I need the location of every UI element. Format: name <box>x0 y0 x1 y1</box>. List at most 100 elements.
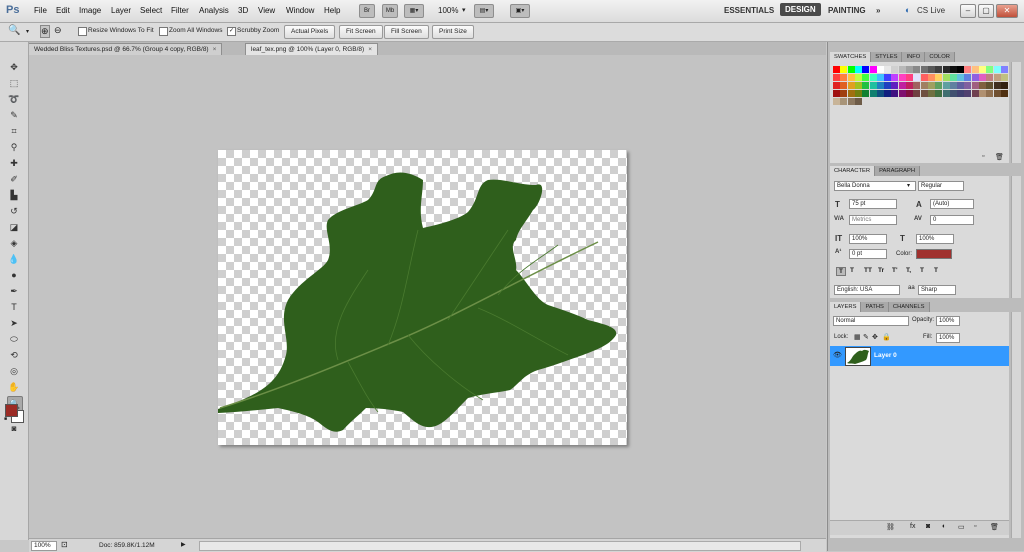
color-swatch[interactable] <box>840 98 848 105</box>
text-style-button[interactable]: T <box>934 267 938 274</box>
leading-field[interactable]: (Auto) <box>930 199 974 209</box>
close-tab-icon[interactable]: × <box>368 46 372 53</box>
color-swatch[interactable] <box>891 74 899 81</box>
path-selection-tool-icon[interactable]: ➤ <box>7 316 21 330</box>
clone-stamp-tool-icon[interactable]: ▙ <box>7 188 21 202</box>
new-swatch-icon[interactable]: ▫ <box>982 153 984 160</box>
history-brush-tool-icon[interactable]: ↺ <box>7 204 21 218</box>
color-swatch[interactable] <box>869 90 877 97</box>
color-swatch[interactable] <box>927 90 935 97</box>
adjustment-layer-icon[interactable]: ◐ <box>942 523 946 530</box>
color-swatch[interactable] <box>847 66 855 73</box>
trash-icon[interactable]: 🗑 <box>990 523 999 531</box>
color-swatch[interactable] <box>949 82 957 89</box>
color-swatch[interactable] <box>964 74 972 81</box>
status-info-icon[interactable]: ⊡ <box>61 540 68 549</box>
color-swatch[interactable] <box>876 66 884 73</box>
menu-image[interactable]: Image <box>79 6 101 15</box>
color-swatch[interactable] <box>986 66 994 73</box>
color-swatch[interactable] <box>935 66 943 73</box>
view-extras-icon[interactable]: ▦▾ <box>404 4 424 18</box>
color-swatch[interactable] <box>840 90 848 97</box>
color-swatch[interactable] <box>854 90 862 97</box>
color-swatch[interactable] <box>854 66 862 73</box>
tab-channels[interactable]: CHANNELS <box>888 302 930 312</box>
tab-paths[interactable]: PATHS <box>861 302 889 312</box>
eyedropper-tool-icon[interactable]: ⚲ <box>7 140 21 154</box>
character-scrollbar[interactable] <box>1011 176 1021 298</box>
text-style-button[interactable]: TT <box>864 267 872 274</box>
color-swatch[interactable] <box>993 82 1001 89</box>
color-swatch[interactable] <box>884 74 892 81</box>
horizontal-scale-field[interactable]: 100% <box>916 234 954 244</box>
color-swatch[interactable] <box>833 90 840 97</box>
color-swatch[interactable] <box>971 66 979 73</box>
color-swatch[interactable] <box>927 66 935 73</box>
color-swatch[interactable] <box>840 74 848 81</box>
close-tab-icon[interactable]: × <box>213 46 217 53</box>
zoom-percent-field[interactable]: 100% <box>31 541 57 551</box>
color-swatch[interactable] <box>986 90 994 97</box>
chevron-down-icon[interactable]: ▾ <box>26 28 29 35</box>
color-swatch[interactable] <box>957 90 965 97</box>
lasso-tool-icon[interactable]: ➰ <box>7 92 21 106</box>
color-swatch[interactable] <box>957 82 965 89</box>
fit-screen-button[interactable]: Fit Screen <box>339 25 383 39</box>
new-layer-icon[interactable]: ▫ <box>974 523 976 530</box>
color-swatch[interactable] <box>920 74 928 81</box>
workspace-painting[interactable]: PAINTING <box>828 6 866 15</box>
color-swatch[interactable] <box>942 66 950 73</box>
color-swatch[interactable] <box>884 66 892 73</box>
color-swatch[interactable] <box>927 74 935 81</box>
mini-bridge-button[interactable]: Mb <box>382 4 398 18</box>
text-style-button[interactable]: Tr <box>878 267 884 274</box>
text-color-swatch[interactable] <box>916 249 952 259</box>
color-swatch[interactable] <box>1000 82 1008 89</box>
tab-info[interactable]: INFO <box>902 52 926 62</box>
menu-window[interactable]: Window <box>286 6 314 15</box>
menu-filter[interactable]: Filter <box>171 6 189 15</box>
color-swatch[interactable] <box>869 82 877 89</box>
trash-icon[interactable]: 🗑 <box>995 153 1004 161</box>
actual-pixels-button[interactable]: Actual Pixels <box>284 25 336 39</box>
fill-field[interactable]: 100% <box>936 333 960 343</box>
blur-tool-icon[interactable]: 💧 <box>7 252 21 266</box>
color-swatch[interactable] <box>862 74 870 81</box>
color-swatch[interactable] <box>1000 66 1008 73</box>
quick-selection-tool-icon[interactable]: ✎ <box>7 108 21 122</box>
color-swatch[interactable] <box>906 74 913 81</box>
tab-styles[interactable]: STYLES <box>871 52 903 62</box>
menu-select[interactable]: Select <box>140 6 162 15</box>
zoom-all-checkbox[interactable] <box>159 27 168 36</box>
scrubby-zoom-checkbox[interactable]: ✓ <box>227 27 236 36</box>
color-swatch[interactable] <box>869 74 877 81</box>
color-swatch[interactable] <box>993 66 1001 73</box>
color-swatch[interactable] <box>942 82 950 89</box>
color-swatch[interactable] <box>993 90 1001 97</box>
color-swatch[interactable] <box>1000 74 1008 81</box>
color-swatch[interactable] <box>854 74 862 81</box>
font-style-select[interactable]: Regular <box>918 181 964 191</box>
color-swatch[interactable] <box>862 82 870 89</box>
swatches-scrollbar[interactable] <box>1011 62 1021 163</box>
layer-mask-icon[interactable]: ◙ <box>926 523 930 530</box>
menu-file[interactable]: File <box>34 6 47 15</box>
tab-wedded-bliss[interactable]: Wedded Bliss Textures.psd @ 66.7% (Group… <box>28 43 223 55</box>
color-swatch[interactable] <box>957 66 965 73</box>
tab-leaf-tex[interactable]: leaf_tex.png @ 100% (Layer 0, RGB/8) × <box>245 43 378 55</box>
eraser-tool-icon[interactable]: ◪ <box>7 220 21 234</box>
text-style-button[interactable]: T <box>850 267 854 274</box>
color-swatch[interactable] <box>986 82 994 89</box>
color-swatch[interactable] <box>906 90 913 97</box>
color-swatch[interactable] <box>847 82 855 89</box>
color-swatch[interactable] <box>920 66 928 73</box>
arrange-documents-icon[interactable]: ▤▾ <box>474 4 494 18</box>
color-swatch[interactable] <box>964 66 972 73</box>
3d-orbit-tool-icon[interactable]: ◎ <box>7 364 21 378</box>
layer-style-icon[interactable]: fx <box>910 523 915 530</box>
zoom-out-icon[interactable]: ⊖ <box>54 25 62 36</box>
layers-scrollbar[interactable] <box>1011 312 1021 538</box>
color-swatch[interactable] <box>949 66 957 73</box>
color-swatch[interactable] <box>927 82 935 89</box>
color-swatch[interactable] <box>1000 90 1008 97</box>
